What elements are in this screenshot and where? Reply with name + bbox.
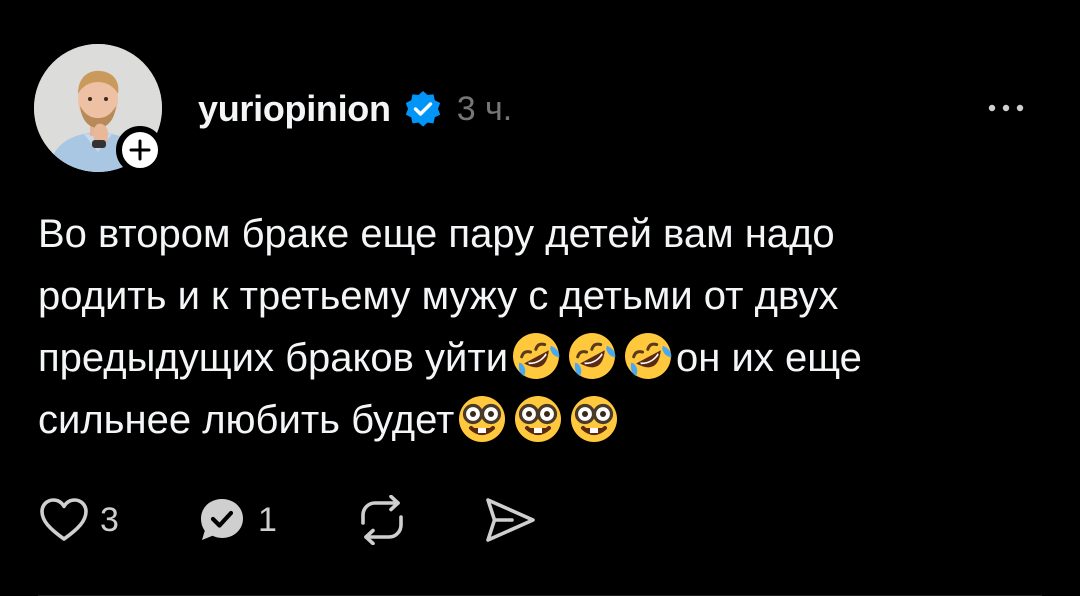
rolling-on-floor-laughing-icon <box>566 330 618 382</box>
nerd-face-icon <box>456 392 508 444</box>
like-button[interactable]: 3 <box>38 496 158 544</box>
author-username[interactable]: yuriopinion <box>198 88 391 130</box>
send-icon <box>486 498 535 542</box>
reply-bubble-icon <box>201 499 243 540</box>
post-text-segment: предыдущих браков уйти <box>38 336 509 380</box>
post-text-line: родить и к третьему мужу с детьми от дву… <box>38 274 839 318</box>
post-timestamp: 3 ч. <box>456 89 513 128</box>
post-actions: 3 1 <box>38 492 538 548</box>
heart-icon <box>40 498 88 541</box>
post-text-segment: он их еще <box>676 336 862 380</box>
verified-badge-icon <box>403 89 443 129</box>
nerd-face-icon <box>568 392 620 444</box>
more-options-button[interactable] <box>982 88 1038 128</box>
post-text-line: Во втором браке еще пару детей вам надо <box>38 212 835 256</box>
nerd-face-icon <box>512 392 564 444</box>
thread-post: yuriopinion 3 ч. Во втором браке еще пар… <box>0 0 1080 596</box>
rolling-on-floor-laughing-icon <box>510 330 562 382</box>
post-header: yuriopinion 3 ч. <box>198 84 512 134</box>
reply-button[interactable]: 1 <box>196 495 356 545</box>
share-button[interactable] <box>482 495 538 545</box>
repost-icon <box>361 495 403 545</box>
follow-button[interactable] <box>116 126 164 174</box>
rolling-on-floor-laughing-icon <box>622 330 674 382</box>
post-text-line: сильнее любить будет <box>38 389 1038 451</box>
like-count: 3 <box>100 500 119 539</box>
author-avatar-block <box>34 44 164 174</box>
post-text: Во втором браке еще пару детей вам надо … <box>38 203 1038 451</box>
reply-count: 1 <box>258 500 277 539</box>
repost-button[interactable] <box>354 495 474 545</box>
post-text-segment: сильнее любить будет <box>38 398 455 442</box>
more-icon <box>988 104 1024 112</box>
post-text-line: предыдущих браков уйти он их еще <box>38 327 1038 389</box>
plus-icon <box>129 139 151 161</box>
